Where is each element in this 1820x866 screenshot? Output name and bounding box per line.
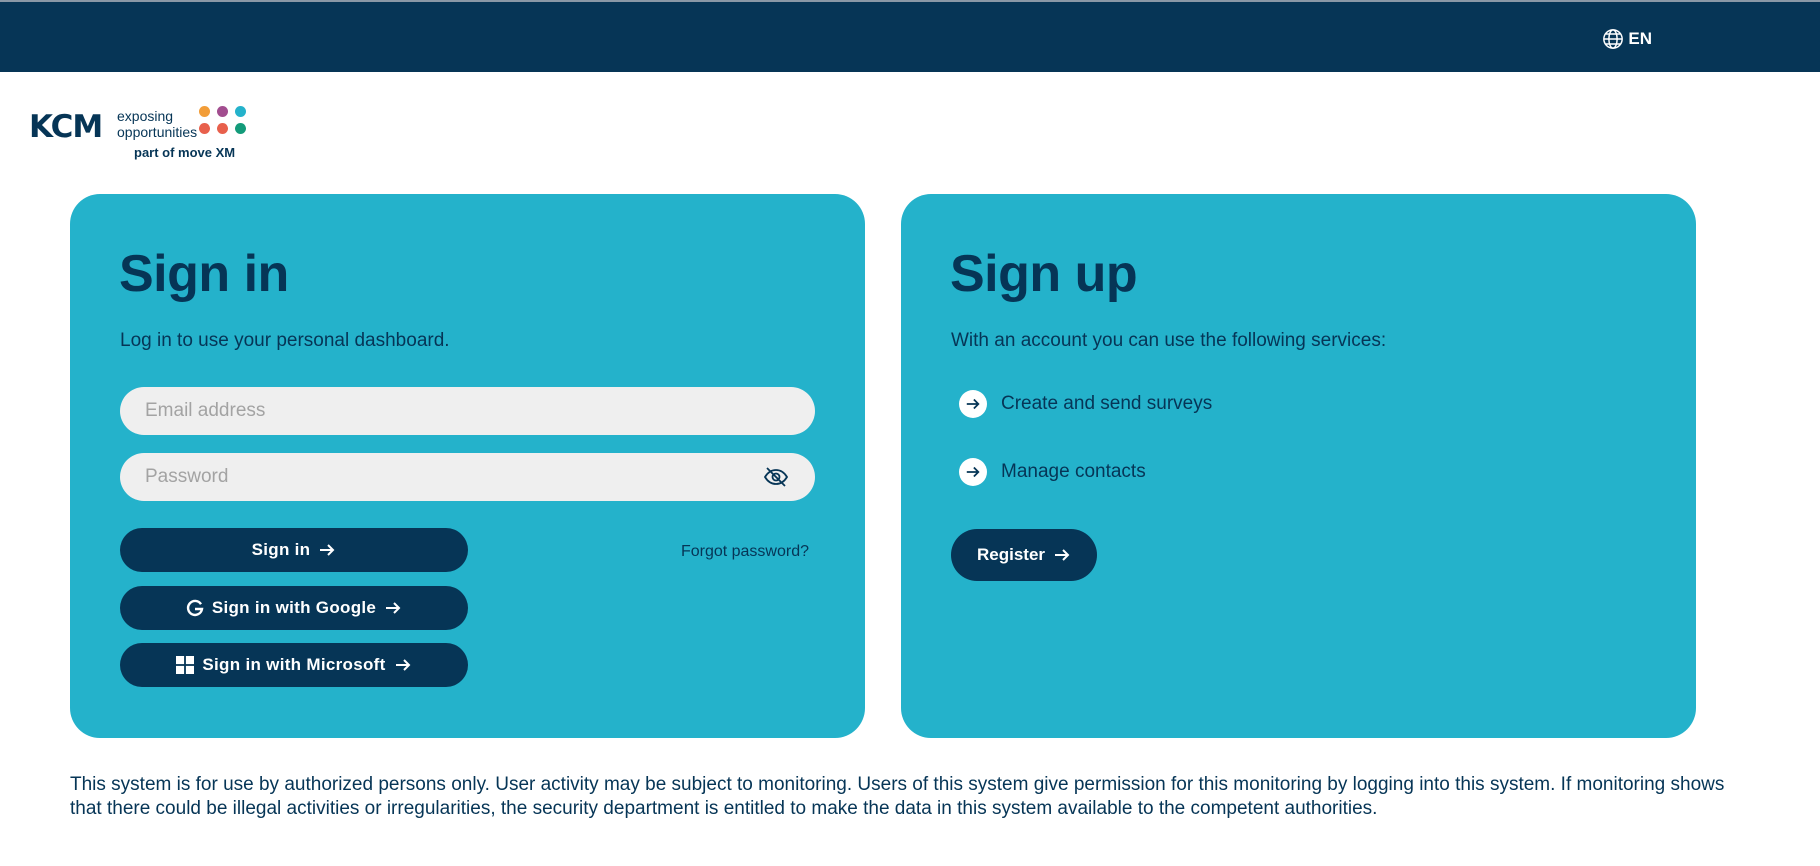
logo-dot xyxy=(235,106,246,117)
logo-tagline-line1: exposing xyxy=(117,108,174,124)
signin-button-label: Sign in xyxy=(251,540,311,559)
logo-dot xyxy=(235,123,246,134)
email-field-wrapper xyxy=(120,387,815,435)
service-label: Manage contacts xyxy=(1001,461,1146,482)
logo-dot xyxy=(199,123,210,134)
logo-tagline-line2: opportunities xyxy=(117,124,198,140)
signup-card: Sign up With an account you can use the … xyxy=(901,194,1696,738)
arrow-right-icon xyxy=(320,544,335,556)
signup-title: Sign up xyxy=(950,245,1138,303)
globe-icon xyxy=(1603,29,1624,49)
top-bar: EN xyxy=(0,0,1820,72)
service-item: Create and send surveys xyxy=(959,390,1212,418)
logo-tagline: exposing opportunities xyxy=(117,108,197,140)
signin-card: Sign in Log in to use your personal dash… xyxy=(70,194,865,738)
service-arrow xyxy=(959,390,987,418)
arrow-right-icon xyxy=(966,398,980,410)
service-item: Manage contacts xyxy=(959,458,1146,486)
logo-subtitle: part of move XM xyxy=(134,145,236,160)
signin-subtitle: Log in to use your personal dashboard. xyxy=(120,330,450,351)
logo-dot xyxy=(217,123,228,134)
password-field[interactable] xyxy=(120,453,815,501)
arrow-right-icon xyxy=(386,602,401,614)
password-field-wrapper xyxy=(120,453,815,501)
signup-subtitle: With an account you can use the followin… xyxy=(951,330,1387,351)
microsoft-signin-button[interactable]: Sign in with Microsoft xyxy=(120,643,468,687)
register-button-label: Register xyxy=(976,545,1046,564)
logo-brand: KCM xyxy=(29,109,103,145)
arrow-right-icon xyxy=(1055,549,1070,561)
logo[interactable]: KCM exposing opportunities part of move … xyxy=(29,105,259,165)
microsoft-icon xyxy=(176,656,195,674)
security-disclaimer: This system is for use by authorized per… xyxy=(70,774,1725,819)
eye-slash-icon[interactable] xyxy=(763,467,789,487)
register-button[interactable]: Register xyxy=(951,529,1097,581)
logo-dot xyxy=(199,106,210,117)
google-signin-label: Sign in with Google xyxy=(211,598,377,617)
service-arrow xyxy=(959,458,987,486)
forgot-password-link[interactable]: Forgot password? xyxy=(681,543,809,561)
google-icon xyxy=(186,599,204,617)
service-label: Create and send surveys xyxy=(1001,393,1213,414)
arrow-right-icon xyxy=(395,659,411,671)
language-label: EN xyxy=(1628,29,1652,48)
signin-title: Sign in xyxy=(119,245,289,303)
google-signin-button[interactable]: Sign in with Google xyxy=(120,586,468,630)
signin-button[interactable]: Sign in xyxy=(120,528,468,572)
microsoft-signin-label: Sign in with Microsoft xyxy=(202,655,386,674)
arrow-right-icon xyxy=(966,466,980,478)
logo-dots xyxy=(199,106,249,140)
logo-dot xyxy=(217,106,228,117)
language-selector[interactable]: EN xyxy=(1602,28,1652,50)
email-field[interactable] xyxy=(120,387,815,435)
